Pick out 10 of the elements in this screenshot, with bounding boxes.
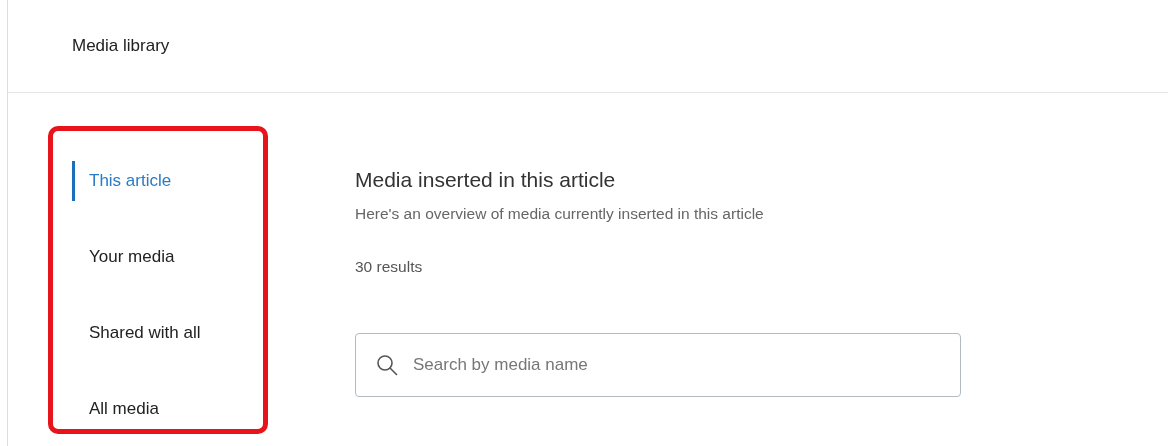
page-title: Media library <box>72 36 170 56</box>
nav-item[interactable]: This article <box>72 161 263 201</box>
nav-item[interactable]: All media <box>72 389 263 429</box>
nav-item[interactable]: Your media <box>72 237 263 277</box>
search-icon <box>376 354 398 376</box>
section-heading: Media inserted in this article <box>355 167 617 193</box>
results-count: 30 results <box>355 257 424 277</box>
nav-item[interactable]: Shared with all <box>72 313 263 353</box>
section-subtitle: Here's an overview of media currently inserted in this article <box>355 204 765 224</box>
search-field[interactable]: Search by media name <box>355 333 961 397</box>
